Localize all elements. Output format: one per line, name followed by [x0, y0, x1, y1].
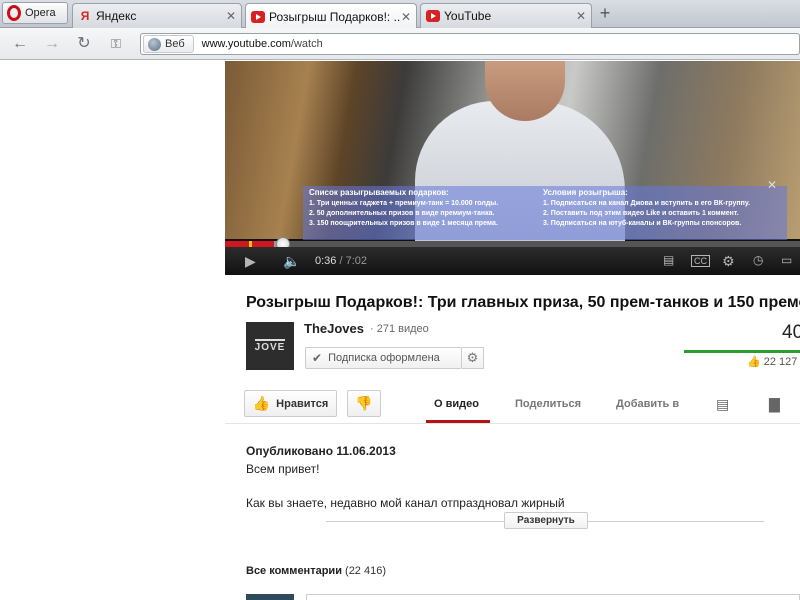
channel-avatar[interactable]: JOVE — [246, 322, 294, 370]
browser-tab-bar: Opera Я Яндекс ✕ Розыгрыш Подарков!: ...… — [0, 0, 800, 29]
subscribed-label: Подписка оформлена — [328, 352, 440, 364]
site-info-label: Веб — [165, 38, 185, 50]
opera-menu-button[interactable]: Opera — [2, 2, 68, 24]
thumbs-up-small-icon: 👍 — [747, 356, 761, 368]
opera-menu-label: Opera — [25, 7, 56, 19]
like-button[interactable]: 👍 Нравится — [244, 390, 337, 417]
overlay-line: 2. Поставить под этим видео Like и остав… — [543, 210, 739, 217]
subscribed-button[interactable]: ✔ Подписка оформлена — [305, 347, 462, 369]
reload-icon[interactable]: ↻ — [74, 35, 94, 53]
checkmark-icon: ✔ — [312, 351, 323, 365]
comments-label: Все комментарии — [246, 565, 342, 577]
new-tab-icon[interactable]: + — [596, 4, 614, 23]
player-size-icon[interactable]: ▭ — [781, 253, 792, 267]
close-tab-icon[interactable]: ✕ — [400, 10, 412, 24]
overlay-line: 2. 50 дополнительных призов в виде преми… — [309, 210, 495, 217]
close-tab-icon[interactable]: ✕ — [225, 9, 237, 23]
settings-gear-icon[interactable]: ⚙ — [722, 253, 735, 270]
publish-date: Опубликовано 11.06.2013 — [246, 444, 396, 458]
channel-video-count: · 271 видео — [370, 323, 429, 335]
like-button-label: Нравится — [276, 397, 329, 410]
close-annotation-icon[interactable]: ✕ — [765, 178, 779, 192]
tab-about[interactable]: О видео — [434, 398, 479, 410]
tab-youtube[interactable]: YouTube ✕ — [420, 3, 592, 28]
dislike-button[interactable]: 👎 — [347, 390, 381, 417]
prize-list-overlay: Список разыгрываемых подарков: 1. Три це… — [303, 186, 537, 240]
address-url[interactable]: www.youtube.com/watch — [202, 38, 323, 50]
comment-input[interactable] — [306, 594, 800, 600]
globe-icon — [148, 37, 161, 51]
tab-title: Яндекс — [96, 9, 137, 23]
yandex-icon: Я — [80, 9, 90, 23]
time-separator: / — [336, 255, 346, 267]
play-icon[interactable]: ▶ — [245, 253, 256, 270]
youtube-icon — [426, 10, 440, 22]
like-count-value: 22 127 — [763, 356, 798, 368]
channel-name-link[interactable]: TheJoves — [304, 321, 364, 336]
time-duration: 7:02 — [345, 255, 368, 267]
tabs-divider — [225, 423, 800, 424]
tab-title: YouTube — [444, 9, 492, 23]
close-tab-icon[interactable]: ✕ — [575, 9, 587, 23]
player-controls: ▶ 🔈 0:36 / 7:02 ▤ CC ⚙ ◷ ▭ — [225, 247, 800, 275]
description-line: Как вы знаете, недавно мой канал отпразд… — [246, 496, 565, 510]
back-arrow-icon[interactable]: ← — [10, 35, 30, 53]
time-display: 0:36 / 7:02 — [315, 255, 367, 267]
tab-share[interactable]: Поделиться — [515, 398, 581, 410]
tab-yandex[interactable]: Я Яндекс ✕ — [72, 3, 242, 28]
subscription-settings-gear-icon[interactable]: ⚙ — [462, 347, 484, 369]
like-ratio-bar — [684, 350, 800, 353]
transcript-icon[interactable]: ▤ — [716, 396, 729, 413]
description-line: Всем привет! — [246, 462, 320, 476]
youtube-icon — [251, 10, 265, 23]
commenter-avatar — [246, 594, 294, 600]
overlay-line: 1. Подписаться на канал Джова и вступить… — [543, 200, 751, 207]
comments-header: Все комментарии (22 416) — [246, 565, 386, 577]
thumbs-down-icon: 👎 — [355, 395, 373, 411]
channel-avatar-logo-text: JOVE — [254, 339, 286, 353]
captions-icon[interactable]: CC — [691, 255, 710, 267]
tab-add-to[interactable]: Добавить в — [616, 398, 679, 410]
like-count: 👍 22 127 — [747, 355, 797, 368]
conditions-overlay: Условия розыгрыша: 1. Подписаться на кан… — [537, 186, 787, 240]
annotations-icon[interactable]: ▤ — [663, 253, 674, 267]
thumbs-up-icon: 👍 — [252, 395, 271, 411]
forward-arrow-icon[interactable]: → — [42, 35, 62, 53]
watch-later-clock-icon[interactable]: ◷ — [753, 253, 763, 267]
view-count: 40 — [782, 322, 800, 343]
statistics-icon[interactable]: ▇ — [769, 396, 780, 413]
overlay-heading: Условия розыгрыша: — [543, 188, 628, 197]
site-info-badge[interactable]: Веб — [143, 35, 194, 53]
opera-logo-icon — [7, 5, 21, 21]
overlay-line: 3. 150 поощрительных призов в виде 1 мес… — [309, 220, 498, 227]
browser-nav-bar: ← → ↻ ⚿ Веб www.youtube.com/watch — [0, 28, 800, 60]
expand-description-button[interactable]: Развернуть — [504, 512, 588, 529]
url-path: /watch — [290, 38, 323, 50]
tab-giveaway-video[interactable]: Розыгрыш Подарков!: ... ✕ — [245, 3, 417, 29]
video-title: Розыгрыш Подарков!: Три главных приза, 5… — [246, 294, 800, 311]
url-host: www.youtube.com — [201, 38, 291, 50]
overlay-line: 1. Три ценных гаджета + премиум-танк = 1… — [309, 200, 499, 207]
time-current: 0:36 — [315, 255, 337, 267]
video-player[interactable]: Список разыгрываемых подарков: 1. Три це… — [225, 61, 800, 275]
comments-count: (22 416) — [345, 565, 387, 577]
overlay-line: 3. Подписаться на ютуб-каналы и ВК-групп… — [543, 220, 742, 227]
address-bar[interactable]: Веб www.youtube.com/watch — [140, 33, 800, 55]
tab-title: Розыгрыш Подарков!: ... — [269, 9, 400, 24]
volume-icon[interactable]: 🔈 — [283, 253, 300, 270]
overlay-heading: Список разыгрываемых подарков: — [309, 188, 449, 197]
key-icon[interactable]: ⚿ — [106, 35, 126, 53]
